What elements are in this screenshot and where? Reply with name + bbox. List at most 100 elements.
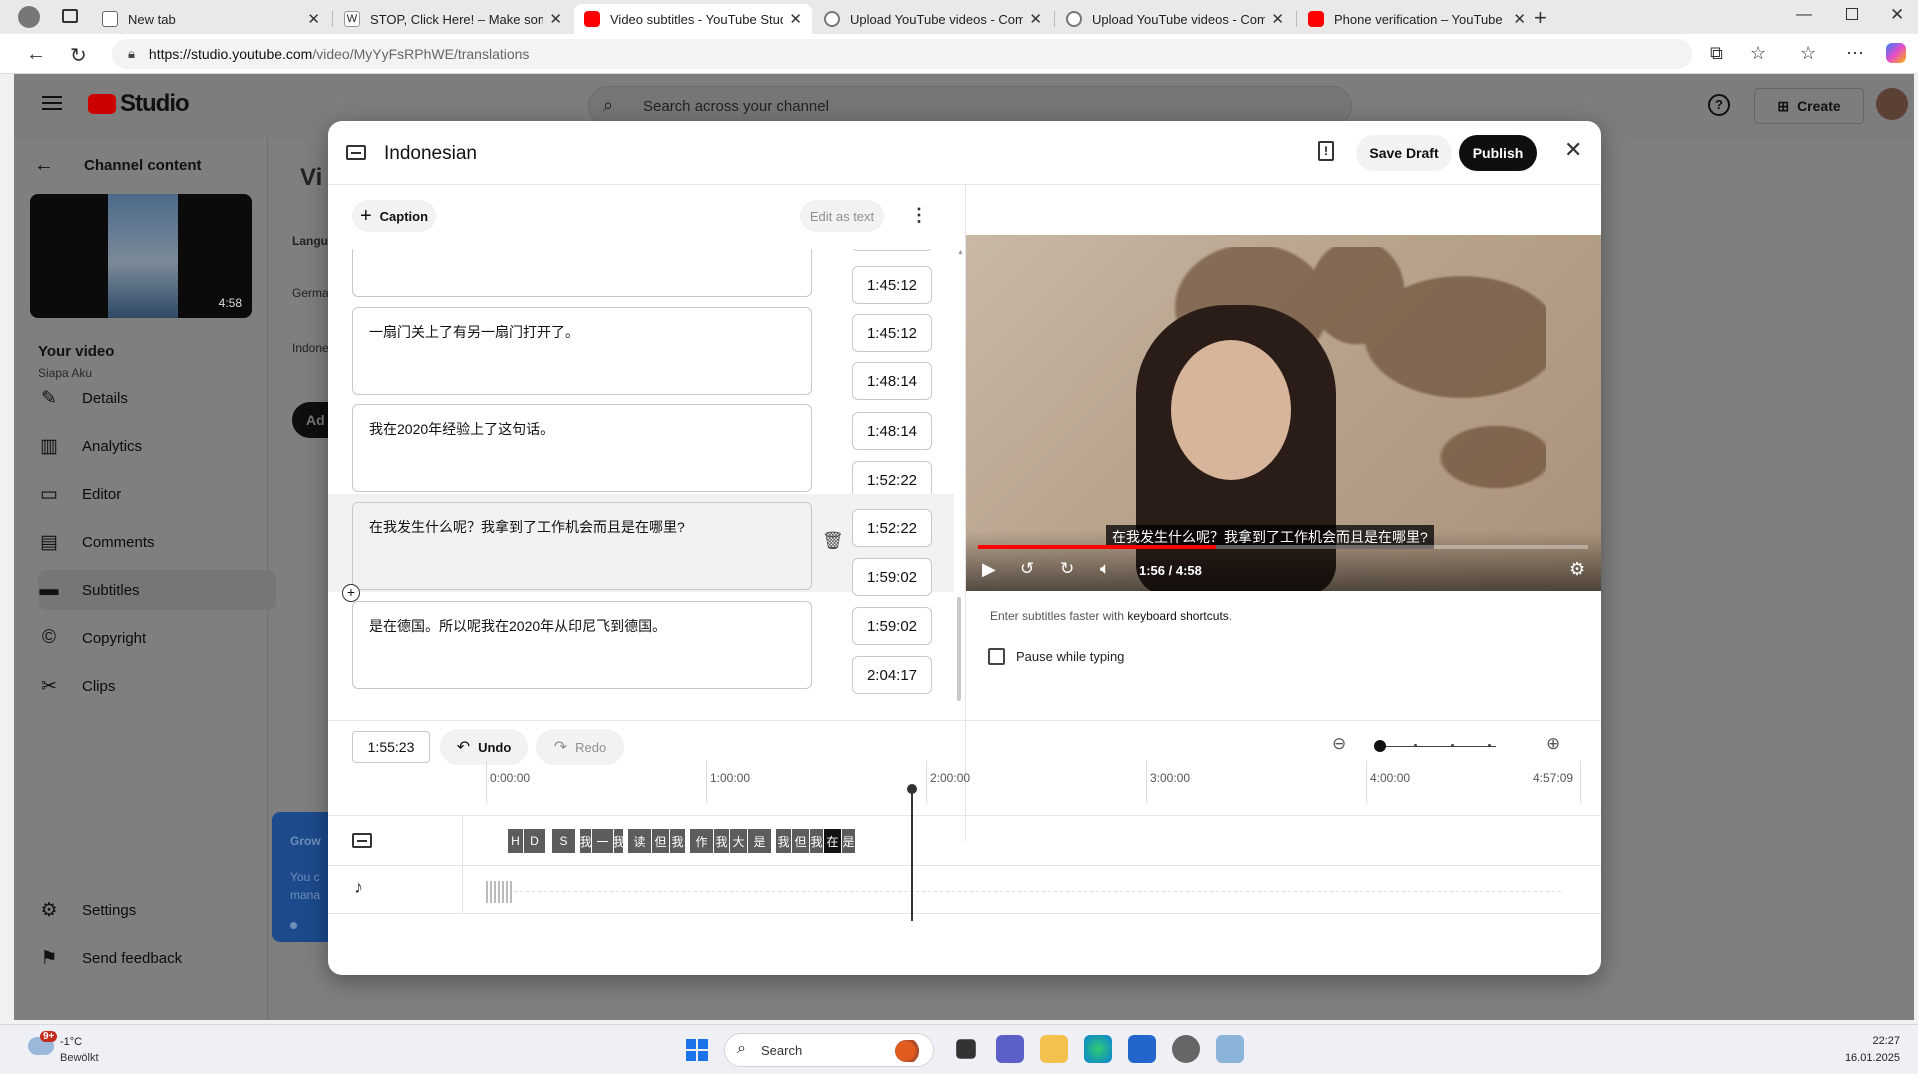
subtitle-segment[interactable]: 但 — [652, 829, 670, 853]
subtitle-segment[interactable]: 我 — [670, 829, 686, 853]
subtitle-segment[interactable]: 我 — [776, 829, 792, 853]
keyboard-shortcuts-link[interactable]: keyboard shortcuts — [1127, 609, 1228, 623]
sidebar-item-clips[interactable]: ✂ Clips — [38, 666, 276, 706]
caption-text-field[interactable] — [352, 249, 812, 297]
copilot-icon[interactable] — [1886, 43, 1906, 63]
caption-end-time[interactable]: 1:48:14 — [852, 362, 932, 400]
report-feedback-icon[interactable]: ! — [1318, 141, 1334, 161]
tab-actions-icon[interactable] — [62, 9, 78, 23]
close-tab-icon[interactable]: ✕ — [1029, 10, 1042, 28]
new-tab-button[interactable]: + — [1534, 5, 1547, 31]
close-tab-icon[interactable]: ✕ — [1271, 10, 1284, 28]
sidebar-item-copyright[interactable]: © Copyright — [38, 618, 276, 658]
windows-start-icon[interactable] — [686, 1039, 708, 1061]
channel-content-link[interactable]: Channel content — [84, 157, 202, 174]
caption-end-time[interactable]: 2:04:17 — [852, 656, 932, 694]
caption-text-field[interactable]: 我在2020年经验上了这句话。 — [352, 404, 812, 492]
caption-text-field[interactable]: 在我发生什么呢？我拿到了工作机会而且是在哪里? — [352, 502, 812, 590]
more-menu-icon[interactable]: ⋯ — [1846, 43, 1864, 64]
caption-end-time[interactable]: 1:45:12 — [852, 266, 932, 304]
zoom-in-icon[interactable]: ⊕ — [1546, 734, 1560, 754]
back-icon[interactable]: ← — [26, 43, 46, 66]
caption-start-time[interactable] — [852, 249, 932, 251]
publish-button[interactable]: Publish — [1459, 135, 1537, 171]
read-aloud-icon[interactable]: ⧉ — [1710, 43, 1723, 64]
channel-search[interactable]: ⌕ Search across your channel — [588, 86, 1352, 126]
edit-as-text-button[interactable]: Edit as text — [800, 200, 884, 232]
close-tab-icon[interactable]: ✕ — [549, 10, 562, 28]
create-button[interactable]: ⊞ Create — [1754, 88, 1864, 124]
reload-icon[interactable]: ↻ — [70, 43, 87, 68]
player-progress-bar[interactable] — [978, 545, 1588, 549]
add-caption-button[interactable]: + Caption — [352, 200, 436, 232]
subtitle-segment[interactable]: 我 — [714, 829, 730, 853]
account-avatar[interactable] — [1876, 88, 1908, 120]
back-arrow-icon[interactable]: ← — [34, 154, 54, 177]
restore-icon[interactable] — [1846, 8, 1858, 20]
tab-upload-videos-2[interactable]: Upload YouTube videos - Comput ✕ — [1056, 4, 1294, 34]
help-icon[interactable]: ? — [1708, 94, 1730, 116]
caption-text-field[interactable]: 是在德国。所以呢我在2020年从印尼飞到德国。 — [352, 601, 812, 689]
zoom-slider-track[interactable] — [1378, 746, 1496, 747]
menu-icon[interactable] — [42, 96, 62, 110]
close-tab-icon[interactable]: ✕ — [789, 10, 802, 28]
tab-stop-click-here[interactable]: W STOP, Click Here! – Make some n ✕ — [334, 4, 572, 34]
close-tab-icon[interactable]: ✕ — [307, 10, 320, 28]
subtitle-segment[interactable]: 但 — [792, 829, 810, 853]
sidebar-item-editor[interactable]: ▭ Editor — [38, 474, 276, 514]
caption-start-time[interactable]: 1:45:12 — [852, 314, 932, 352]
subtitle-segment[interactable]: 一 — [592, 829, 614, 853]
caption-end-time[interactable]: 1:59:02 — [852, 558, 932, 596]
playhead[interactable] — [911, 787, 913, 921]
edge-icon[interactable] — [1084, 1035, 1112, 1063]
favorites-icon[interactable]: ☆ — [1800, 43, 1816, 64]
forward-icon[interactable]: ↻ — [1060, 559, 1074, 579]
volume-icon[interactable]: 🔈︎ — [1100, 559, 1110, 579]
url-bar[interactable]: 🔒︎ https://studio.youtube.com/video/MyYy… — [112, 39, 1692, 69]
language-row-german[interactable]: Germa — [292, 286, 329, 300]
sidebar-item-analytics[interactable]: ▥ Analytics — [38, 426, 276, 466]
play-icon[interactable]: ▶ — [982, 559, 996, 580]
zoom-slider-handle[interactable] — [1374, 740, 1386, 752]
close-tab-icon[interactable]: ✕ — [1513, 10, 1526, 28]
caption-list-scrollbar[interactable]: ▲ — [956, 249, 964, 709]
save-draft-button[interactable]: Save Draft — [1356, 135, 1452, 171]
video-player[interactable]: 在我发生什么呢？我拿到了工作机会而且是在哪里? ▶ ↺ ↻ 🔈︎ 1:56 / … — [966, 235, 1601, 591]
sidebar-item-settings[interactable]: ⚙ Settings — [38, 890, 276, 930]
rewind-icon[interactable]: ↺ — [1020, 559, 1034, 579]
taskbar-search[interactable]: ⌕ Search — [724, 1033, 934, 1067]
sidebar-item-details[interactable]: ✎ Details — [38, 378, 276, 418]
caption-start-time[interactable]: 1:52:22 — [852, 509, 932, 547]
favorite-star-icon[interactable]: ☆ — [1750, 43, 1766, 64]
teams-icon[interactable] — [996, 1035, 1024, 1063]
caption-start-time[interactable]: 1:59:02 — [852, 607, 932, 645]
caption-start-time[interactable]: 1:48:14 — [852, 412, 932, 450]
zoom-out-icon[interactable]: ⊖ — [1332, 734, 1346, 754]
tab-phone-verification[interactable]: Phone verification – YouTube ✕ — [1298, 4, 1536, 34]
subtitle-segment[interactable]: 我 — [810, 829, 824, 853]
carousel-dot[interactable] — [290, 922, 297, 929]
caption-text-field[interactable]: 一扇门关上了有另一扇门打开了。 — [352, 307, 812, 395]
subtitle-segment[interactable]: 读 — [628, 829, 652, 853]
task-view-icon[interactable] — [956, 1039, 976, 1059]
file-explorer-icon[interactable] — [1040, 1035, 1068, 1063]
subtitle-segment[interactable]: 作 — [690, 829, 714, 853]
store-icon[interactable] — [1128, 1035, 1156, 1063]
subtitle-segment[interactable]: 是 — [748, 829, 772, 853]
minimize-icon[interactable]: — — [1796, 6, 1812, 24]
language-row-indonesian[interactable]: Indone — [292, 341, 329, 355]
subtitle-segment[interactable]: 我 — [580, 829, 592, 853]
subtitle-segment[interactable]: 是 — [842, 829, 856, 853]
sidebar-item-subtitles[interactable]: ▬ Subtitles — [38, 570, 276, 610]
subtitle-segment[interactable]: 在 — [824, 829, 842, 853]
subtitle-segment[interactable]: 大 — [730, 829, 748, 853]
current-time-field[interactable]: 1:55:23 — [352, 731, 430, 763]
redo-button[interactable]: ↷ Redo — [536, 729, 624, 765]
tab-video-subtitles[interactable]: Video subtitles - YouTube Studio ✕ — [574, 4, 812, 34]
player-settings-icon[interactable]: ⚙ — [1569, 559, 1585, 580]
subtitle-segment[interactable]: S — [552, 829, 576, 853]
tab-new-tab[interactable]: New tab ✕ — [92, 4, 330, 34]
settings-app-icon[interactable] — [1172, 1035, 1200, 1063]
sidebar-item-feedback[interactable]: ⚑ Send feedback — [38, 938, 276, 978]
video-thumbnail[interactable]: 4:58 — [30, 194, 252, 318]
